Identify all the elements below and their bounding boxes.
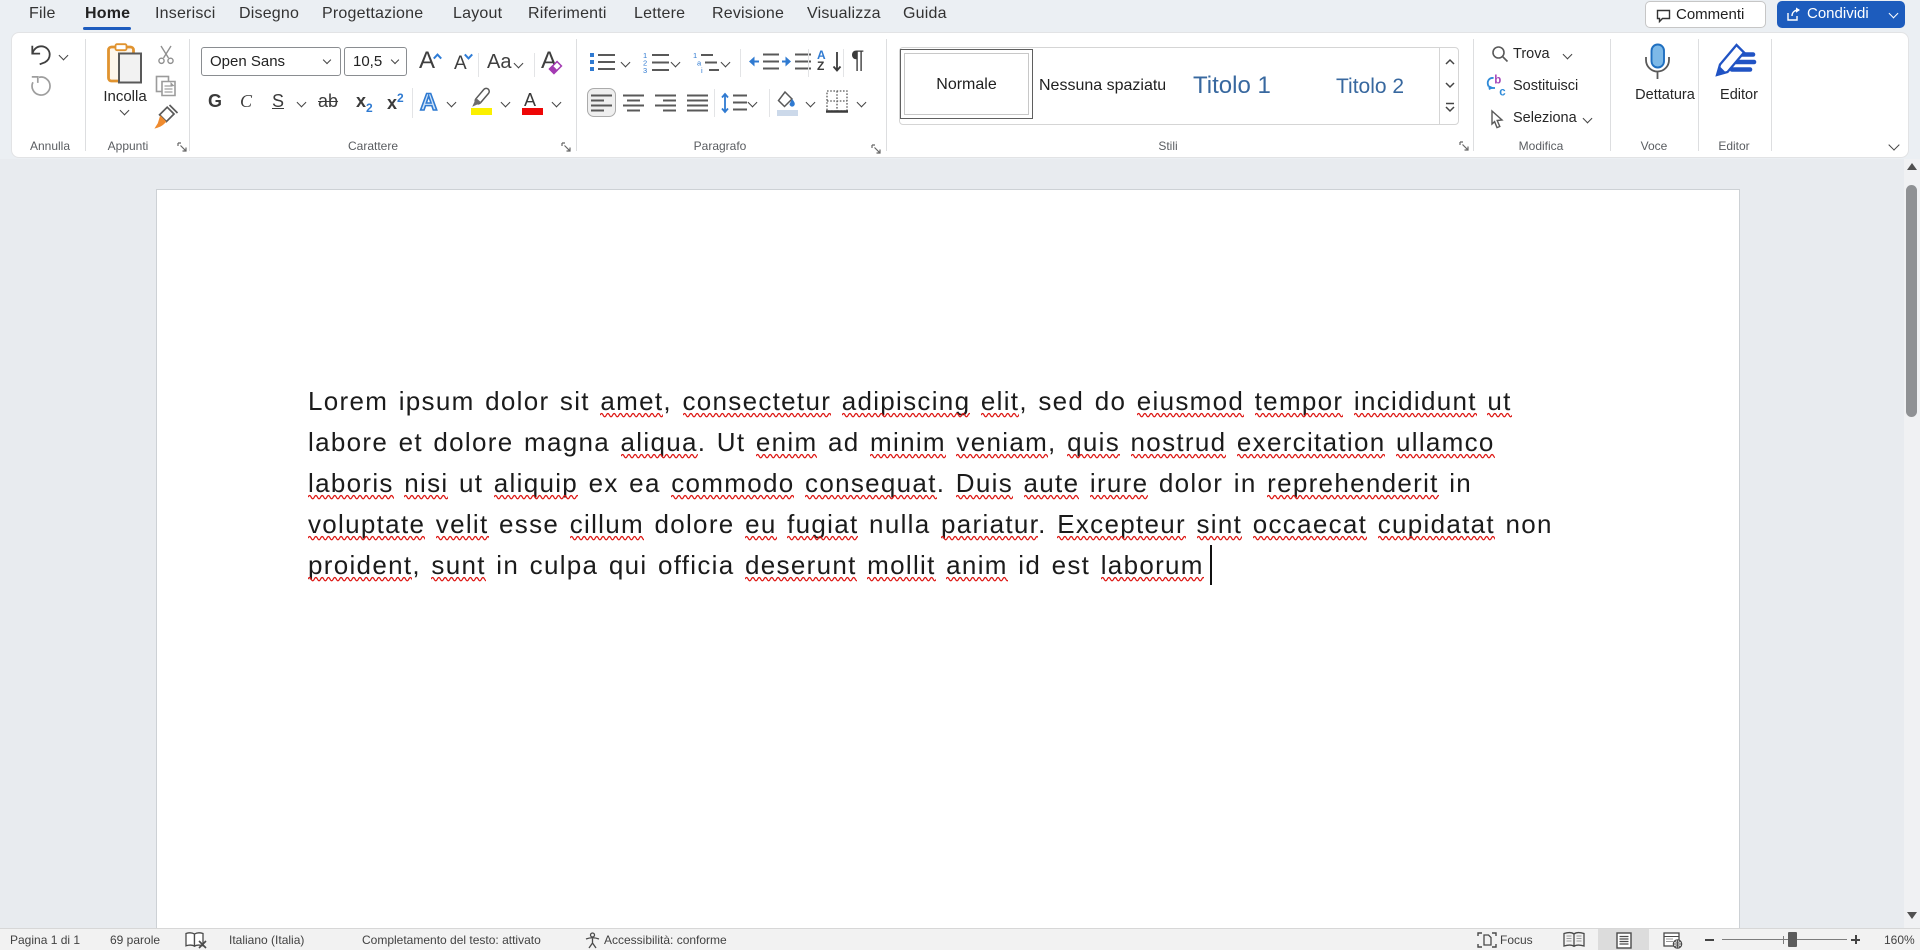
svg-text:b: b: [1494, 75, 1501, 87]
svg-text:3: 3: [643, 66, 647, 75]
svg-text:c: c: [1499, 87, 1506, 99]
svg-text:i: i: [701, 66, 703, 75]
